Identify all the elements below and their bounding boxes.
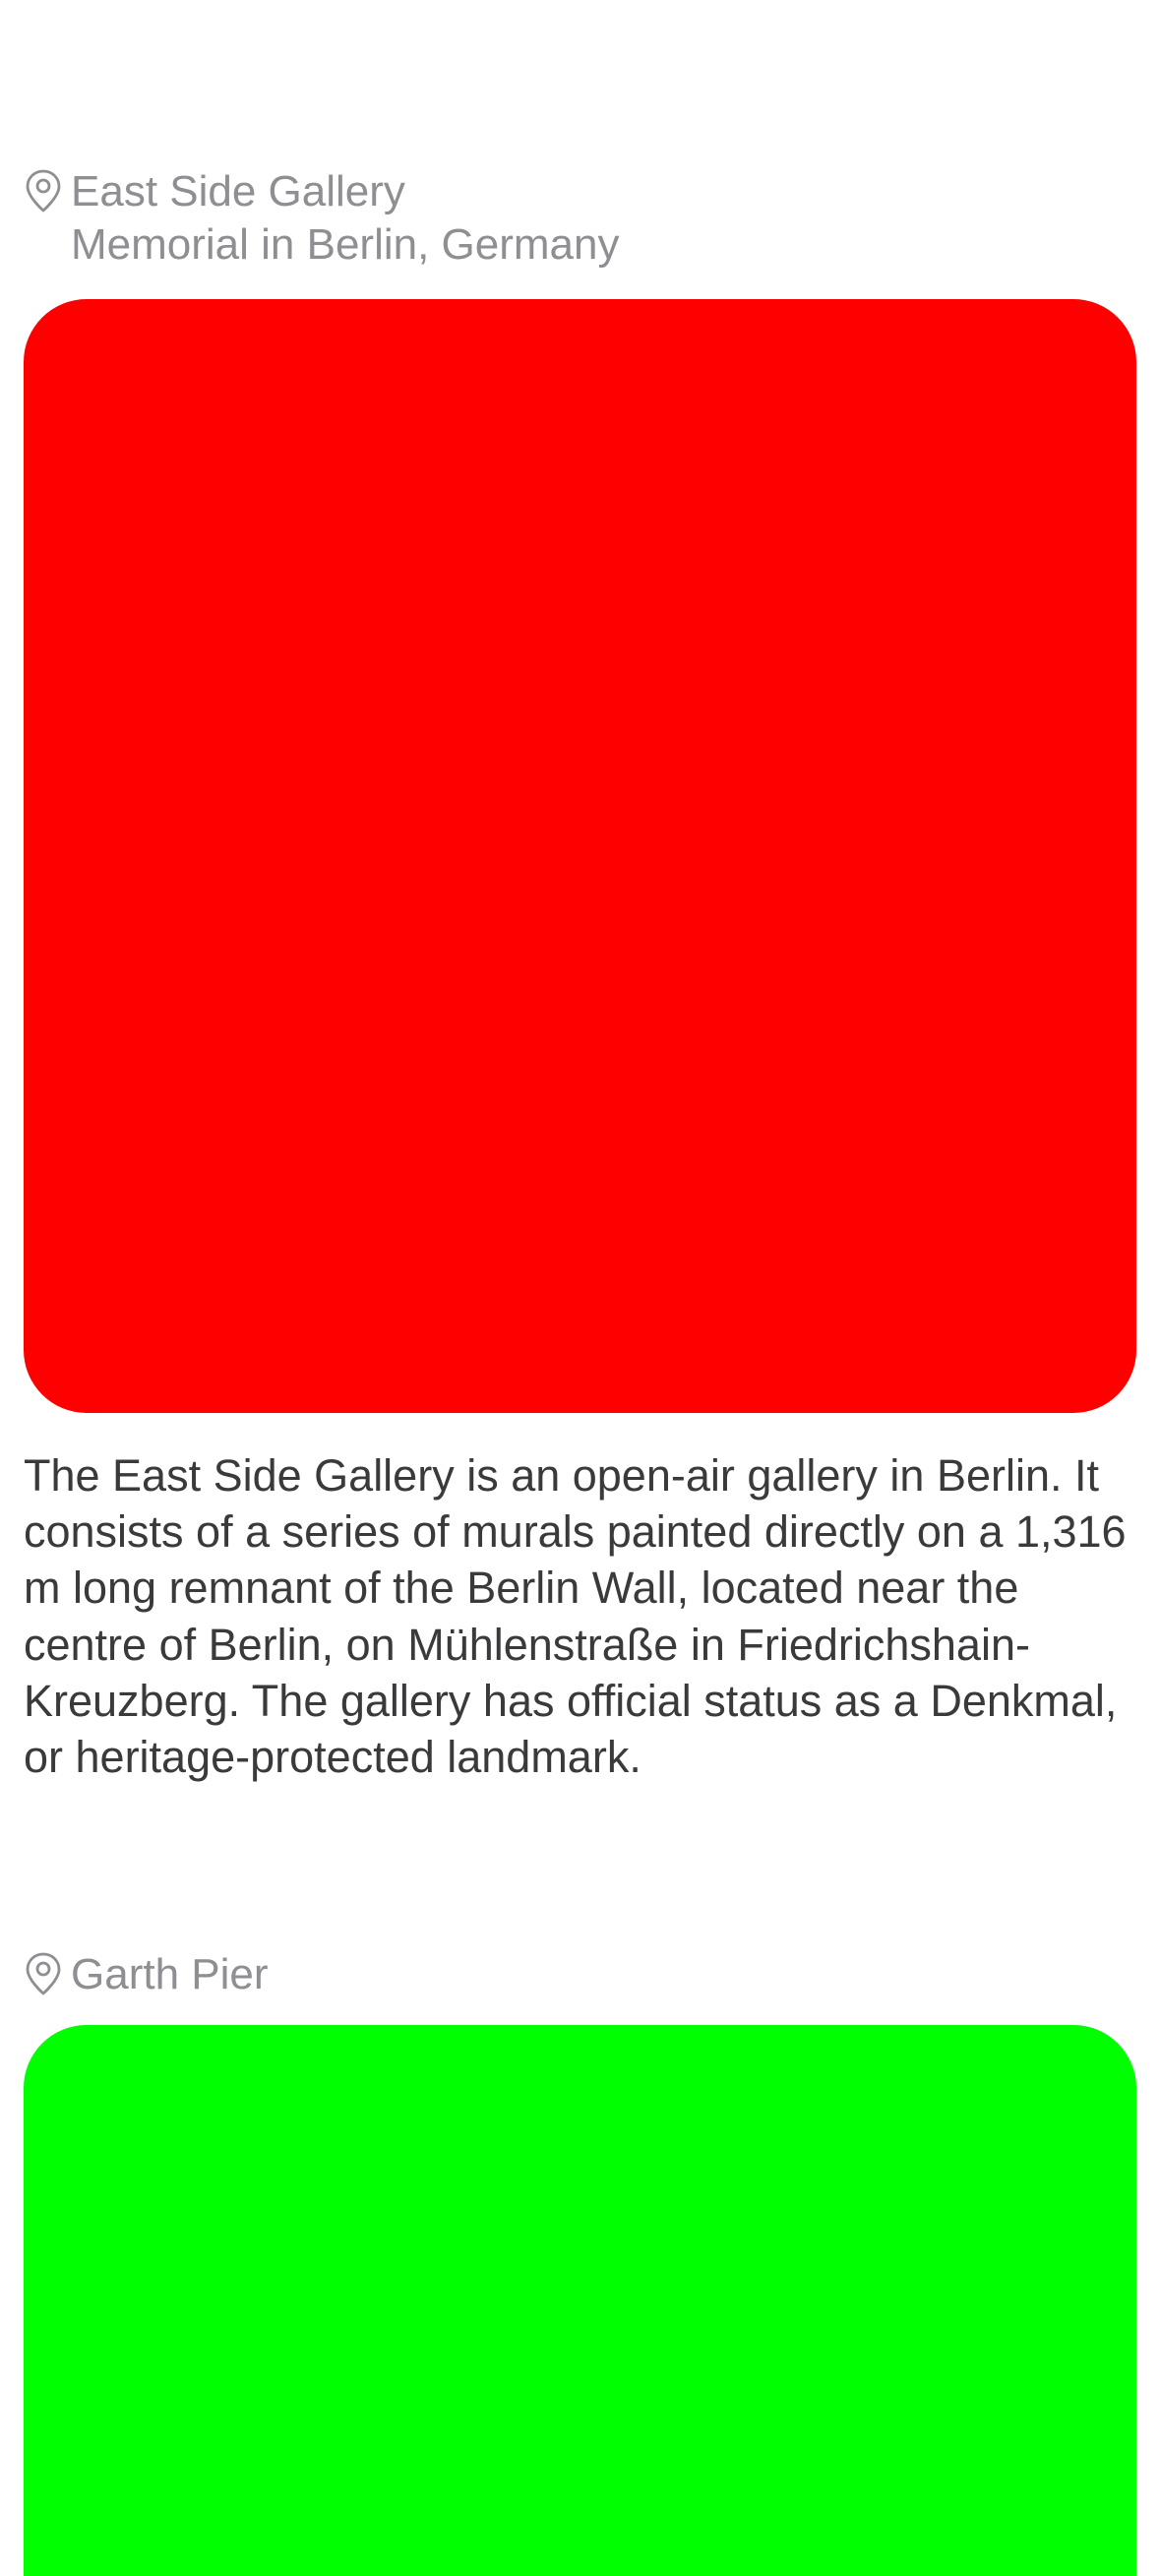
location-pin-icon	[24, 169, 63, 213]
place-header-text: Garth Pier	[71, 1948, 269, 2001]
place-description: The East Side Gallery is an open-air gal…	[24, 1450, 1127, 1783]
place-header[interactable]: East Side Gallery Memorial in Berlin, Ge…	[24, 165, 620, 272]
place-header-text: East Side Gallery Memorial in Berlin, Ge…	[71, 165, 620, 272]
place-header[interactable]: Garth Pier	[24, 1948, 269, 2001]
place-name: East Side Gallery	[71, 167, 405, 215]
place-name: Garth Pier	[71, 1950, 269, 1998]
place-subtitle: Memorial in Berlin, Germany	[71, 220, 620, 269]
place-photo[interactable]	[24, 2025, 1136, 2576]
location-pin-icon	[24, 1952, 63, 1995]
place-photo[interactable]	[24, 299, 1136, 1413]
